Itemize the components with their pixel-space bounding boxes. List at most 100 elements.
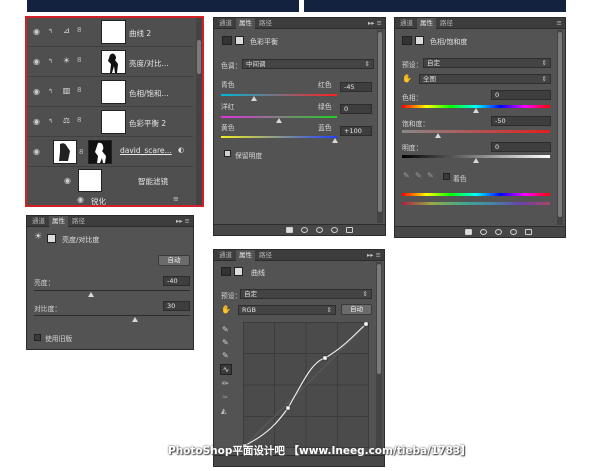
- pencil-icon[interactable]: ✏: [222, 379, 229, 388]
- layer-name[interactable]: 色相/饱和...: [129, 88, 169, 99]
- link-chain-icon[interactable]: 8: [77, 26, 81, 34]
- brightness-slider[interactable]: [34, 290, 190, 291]
- filter-options-icon[interactable]: ≡: [173, 195, 179, 203]
- visibility-eye-icon[interactable]: ◉: [33, 87, 40, 96]
- tab-properties[interactable]: 属性: [236, 250, 255, 261]
- layer-name[interactable]: 曲线 2: [129, 28, 151, 39]
- reset-icon[interactable]: [495, 229, 502, 235]
- visibility-toggle-icon[interactable]: [510, 229, 517, 235]
- auto-button[interactable]: 自动: [341, 304, 372, 315]
- panel-menu-icon[interactable]: ▸▸ ≡: [176, 216, 190, 227]
- clip-to-layer-icon[interactable]: [286, 227, 293, 233]
- tab-paths[interactable]: 路径: [256, 18, 275, 29]
- contrast-slider[interactable]: [34, 315, 190, 316]
- preserve-luminosity-checkbox[interactable]: [224, 150, 231, 157]
- lightness-value[interactable]: 0: [491, 142, 551, 152]
- saturation-value[interactable]: -50: [491, 116, 551, 126]
- auto-button[interactable]: 自动: [158, 255, 190, 266]
- channel-select[interactable]: RGB ⇕: [238, 305, 336, 315]
- yellow-blue-thumb[interactable]: [332, 138, 338, 143]
- filter-name[interactable]: 锐化: [91, 196, 106, 205]
- visibility-toggle-icon[interactable]: [331, 227, 338, 233]
- layer-row[interactable]: ◉ ↰ ☀ 8 亮度/对比...: [28, 48, 193, 77]
- channel-select[interactable]: 全图 ⇕: [419, 74, 551, 84]
- filter-row[interactable]: ◉ 锐化 ≡: [28, 194, 193, 205]
- magenta-green-thumb[interactable]: [276, 118, 282, 123]
- view-previous-icon[interactable]: [480, 229, 487, 235]
- smart-filters-row[interactable]: ◉ 智能滤镜: [28, 168, 193, 194]
- target-adjust-hand-icon[interactable]: ✋: [402, 74, 412, 83]
- visibility-eye-icon[interactable]: ◉: [33, 117, 40, 126]
- mask-toggle-icon[interactable]: [415, 36, 424, 45]
- tab-paths[interactable]: 路径: [437, 18, 456, 29]
- brightness-value[interactable]: -40: [163, 276, 190, 286]
- layer-mask-thumbnail[interactable]: [101, 80, 126, 104]
- cyan-red-slider[interactable]: [221, 94, 337, 96]
- tab-channels[interactable]: 通道: [216, 18, 235, 29]
- hue-thumb[interactable]: [473, 108, 479, 113]
- saturation-thumb[interactable]: [435, 133, 441, 138]
- mask-toggle-icon[interactable]: [234, 267, 243, 276]
- layer-mask-thumbnail[interactable]: [101, 20, 126, 44]
- link-chain-icon[interactable]: 8: [77, 116, 81, 124]
- layers-scrollbar[interactable]: [196, 18, 202, 205]
- cyan-red-value[interactable]: -45: [340, 82, 372, 92]
- eyedropper-minus-icon[interactable]: ✎: [427, 171, 434, 180]
- edit-points-icon[interactable]: ∿: [220, 364, 232, 375]
- curve-point[interactable]: [322, 355, 328, 361]
- curve-point[interactable]: [363, 322, 369, 327]
- layer-mask-thumbnail[interactable]: [101, 50, 126, 74]
- brightness-thumb[interactable]: [88, 292, 94, 297]
- layer-row[interactable]: ◉ ↰ ⊿ 8 曲线 2: [28, 18, 193, 47]
- smooth-icon[interactable]: ≈: [222, 393, 228, 401]
- cyan-red-thumb[interactable]: [251, 96, 257, 101]
- saturation-slider[interactable]: [402, 130, 550, 133]
- scroll-thumb[interactable]: [197, 40, 201, 74]
- yellow-blue-slider[interactable]: [221, 136, 337, 138]
- eyedropper-icon[interactable]: ✎: [403, 171, 410, 180]
- tab-paths[interactable]: 路径: [69, 216, 88, 227]
- panel-scrollbar[interactable]: [377, 30, 383, 223]
- delete-icon[interactable]: [525, 229, 532, 235]
- mask-toggle-icon[interactable]: [47, 234, 56, 243]
- scroll-thumb[interactable]: [377, 264, 381, 374]
- tab-properties[interactable]: 属性: [49, 216, 68, 227]
- layer-row[interactable]: ◉ ↰ ⚖ 8 色彩平衡 2: [28, 108, 193, 137]
- curve-graph[interactable]: [243, 322, 369, 448]
- use-legacy-checkbox[interactable]: [34, 334, 41, 341]
- view-previous-icon[interactable]: [301, 227, 308, 233]
- link-chain-icon[interactable]: 8: [77, 86, 81, 94]
- tab-paths[interactable]: 路径: [256, 250, 275, 261]
- smart-object-thumbnail[interactable]: [53, 140, 77, 164]
- magenta-green-value[interactable]: 0: [340, 104, 372, 114]
- clip-to-layer-icon[interactable]: [465, 229, 472, 235]
- panel-scrollbar[interactable]: [376, 262, 382, 454]
- visibility-eye-icon[interactable]: ◉: [77, 195, 84, 204]
- scroll-thumb[interactable]: [558, 32, 562, 217]
- panel-scrollbar[interactable]: [557, 30, 563, 225]
- filter-mask-thumbnail[interactable]: [78, 169, 102, 192]
- tab-channels[interactable]: 通道: [216, 250, 235, 261]
- contrast-value[interactable]: 30: [163, 301, 190, 311]
- curve-point[interactable]: [285, 405, 291, 411]
- scroll-thumb[interactable]: [378, 32, 382, 212]
- panel-menu-icon[interactable]: ▸▸ ≡: [368, 18, 382, 29]
- colorize-checkbox[interactable]: [443, 173, 450, 180]
- sample-gray-eyedropper-icon[interactable]: ✎: [222, 338, 229, 347]
- tab-channels[interactable]: 通道: [29, 216, 48, 227]
- layer-mask-thumbnail[interactable]: [88, 140, 112, 164]
- tab-properties[interactable]: 属性: [417, 18, 436, 29]
- layer-name[interactable]: david_scare...: [120, 146, 172, 155]
- contrast-thumb[interactable]: [132, 317, 138, 322]
- sample-black-eyedropper-icon[interactable]: ✎: [222, 325, 229, 334]
- panel-menu-icon[interactable]: ▸▸ ≡: [367, 250, 381, 261]
- layer-name[interactable]: 亮度/对比...: [129, 58, 169, 69]
- clipping-warning-icon[interactable]: ◭: [221, 407, 226, 415]
- visibility-eye-icon[interactable]: ◉: [33, 27, 40, 36]
- target-adjust-hand-icon[interactable]: ✋: [221, 305, 231, 314]
- preset-select[interactable]: 自定 ⇕: [240, 289, 372, 299]
- sample-white-eyedropper-icon[interactable]: ✎: [222, 351, 229, 360]
- yellow-blue-value[interactable]: +100: [340, 126, 372, 136]
- tone-select[interactable]: 中间调 ⇕: [242, 59, 374, 69]
- link-chain-icon[interactable]: 8: [77, 56, 81, 64]
